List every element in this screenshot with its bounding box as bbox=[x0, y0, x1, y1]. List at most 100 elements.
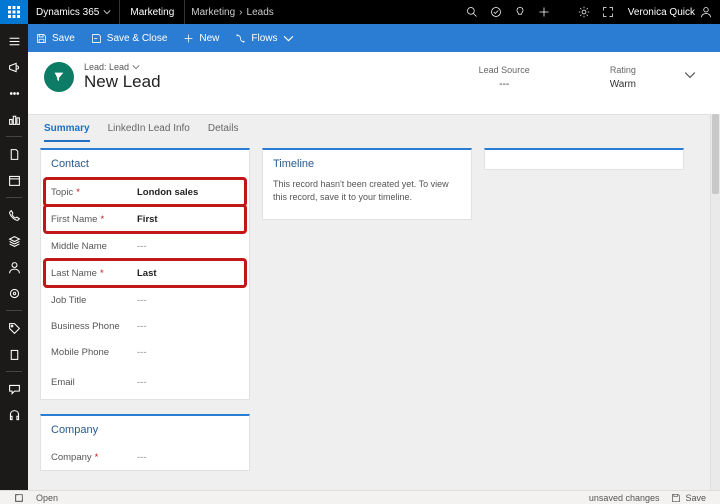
nav-more[interactable] bbox=[0, 80, 28, 106]
required-mark: * bbox=[95, 452, 99, 463]
assist-button[interactable] bbox=[508, 0, 532, 24]
record-header: Lead: Lead New Lead Lead Source --- Rati… bbox=[28, 52, 720, 96]
breadcrumb-area[interactable]: Marketing bbox=[191, 7, 235, 18]
chevron-down-icon bbox=[283, 33, 294, 44]
spacer bbox=[556, 0, 572, 24]
jobtitle-label: Job Title bbox=[51, 295, 86, 306]
add-button[interactable] bbox=[532, 0, 556, 24]
app-launcher-button[interactable] bbox=[0, 0, 28, 24]
popout-icon bbox=[14, 493, 24, 503]
nav-calendar[interactable] bbox=[0, 167, 28, 193]
record-type-dropdown[interactable]: Lead: Lead bbox=[84, 62, 161, 72]
tab-summary[interactable]: Summary bbox=[44, 123, 90, 142]
lastname-label: Last Name bbox=[51, 268, 97, 279]
flows-button[interactable]: Flows bbox=[227, 24, 301, 52]
nav-headset[interactable] bbox=[0, 402, 28, 428]
status-save-button[interactable]: Save bbox=[665, 493, 712, 503]
required-mark: * bbox=[100, 268, 104, 279]
search-button[interactable] bbox=[460, 0, 484, 24]
nav-chat[interactable] bbox=[0, 376, 28, 402]
nav-layers[interactable] bbox=[0, 228, 28, 254]
plus-icon bbox=[538, 6, 550, 18]
save-icon bbox=[36, 33, 47, 44]
save-button[interactable]: Save bbox=[28, 24, 83, 52]
brand-dropdown[interactable]: Dynamics 365 bbox=[28, 7, 119, 18]
middlename-label: Middle Name bbox=[51, 241, 107, 252]
gear-icon bbox=[578, 6, 590, 18]
tab-details[interactable]: Details bbox=[208, 123, 239, 142]
user-menu[interactable]: Veronica Quick bbox=[620, 6, 720, 18]
new-button[interactable]: New bbox=[175, 24, 227, 52]
field-lastname[interactable]: Last Name* Last bbox=[45, 260, 245, 286]
vertical-scrollbar[interactable] bbox=[710, 114, 720, 490]
field-bphone[interactable]: Business Phone --- bbox=[41, 313, 249, 339]
meta-value: Warm bbox=[610, 79, 636, 90]
chat-icon bbox=[8, 383, 21, 396]
topic-value: London sales bbox=[137, 187, 198, 198]
timeline-message: This record hasn't been created yet. To … bbox=[263, 178, 471, 213]
field-firstname[interactable]: First Name* First bbox=[45, 206, 245, 232]
breadcrumb: Marketing › Leads bbox=[185, 7, 280, 18]
nav-person[interactable] bbox=[0, 254, 28, 280]
expand-icon bbox=[602, 6, 614, 18]
required-mark: * bbox=[100, 214, 104, 225]
left-nav-rail bbox=[0, 24, 28, 490]
timeline-heading: Timeline bbox=[263, 150, 471, 178]
scroll-thumb[interactable] bbox=[712, 114, 719, 194]
meta-label: Lead Source bbox=[479, 65, 530, 75]
flow-icon bbox=[235, 33, 246, 44]
topic-label: Topic bbox=[51, 187, 73, 198]
nav-tag[interactable] bbox=[0, 315, 28, 341]
nav-announce[interactable] bbox=[0, 54, 28, 80]
status-bar: Open unsaved changes Save bbox=[0, 490, 720, 504]
nav-menu-button[interactable] bbox=[0, 28, 28, 54]
record-title: New Lead bbox=[84, 72, 161, 92]
record-type-label: Lead: Lead bbox=[84, 62, 129, 72]
expand-button[interactable] bbox=[596, 0, 620, 24]
nav-separator bbox=[6, 136, 22, 137]
middlename-value: --- bbox=[137, 241, 147, 252]
field-email[interactable]: Email --- bbox=[41, 365, 249, 399]
nav-chart[interactable] bbox=[0, 106, 28, 132]
chevron-down-icon bbox=[132, 63, 140, 71]
field-mphone[interactable]: Mobile Phone --- bbox=[41, 339, 249, 365]
person-icon bbox=[8, 261, 21, 274]
header-meta: Lead Source --- Rating Warm bbox=[479, 65, 666, 90]
breadcrumb-entity[interactable]: Leads bbox=[247, 7, 274, 18]
field-jobtitle[interactable]: Job Title --- bbox=[41, 287, 249, 313]
username-label: Veronica Quick bbox=[628, 7, 695, 18]
calendar-icon bbox=[8, 174, 21, 187]
tab-linkedin[interactable]: LinkedIn Lead Info bbox=[108, 123, 190, 142]
email-label: Email bbox=[51, 377, 75, 388]
breadcrumb-sep: › bbox=[239, 7, 242, 18]
meta-leadsource[interactable]: Lead Source --- bbox=[479, 65, 530, 90]
firstname-value: First bbox=[137, 214, 158, 225]
nav-phone[interactable] bbox=[0, 202, 28, 228]
required-mark: * bbox=[76, 187, 80, 198]
nav-separator bbox=[6, 310, 22, 311]
status-popout[interactable] bbox=[8, 493, 30, 503]
nav-doc[interactable] bbox=[0, 141, 28, 167]
related-card bbox=[484, 148, 684, 170]
field-topic[interactable]: Topic* London sales bbox=[45, 179, 245, 205]
mphone-label: Mobile Phone bbox=[51, 347, 109, 358]
lead-icon bbox=[52, 70, 66, 84]
content-area: Lead: Lead New Lead Lead Source --- Rati… bbox=[28, 52, 720, 490]
settings-button[interactable] bbox=[572, 0, 596, 24]
layers-icon bbox=[8, 235, 21, 248]
tag-icon bbox=[8, 322, 21, 335]
nav-building[interactable] bbox=[0, 341, 28, 367]
phone-icon bbox=[8, 209, 21, 222]
field-middlename[interactable]: Middle Name --- bbox=[41, 233, 249, 259]
field-company[interactable]: Company* --- bbox=[41, 444, 249, 470]
app-name[interactable]: Marketing bbox=[120, 7, 184, 18]
save-close-button[interactable]: Save & Close bbox=[83, 24, 176, 52]
task-button[interactable] bbox=[484, 0, 508, 24]
nav-pinned[interactable] bbox=[0, 280, 28, 306]
meta-rating[interactable]: Rating Warm bbox=[610, 65, 636, 90]
firstname-label: First Name bbox=[51, 214, 97, 225]
brand-label: Dynamics 365 bbox=[36, 7, 99, 18]
status-open[interactable]: Open bbox=[30, 493, 64, 503]
header-expand-button[interactable] bbox=[676, 68, 704, 86]
chevron-down-icon bbox=[684, 69, 696, 81]
